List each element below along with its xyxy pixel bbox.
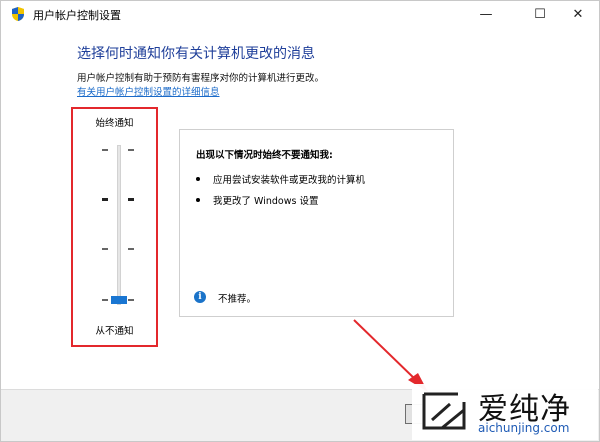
notification-level-slider: 始终通知 从不通知 [71, 107, 158, 347]
slider-tick-right [128, 299, 134, 301]
slider-tick-right [128, 198, 134, 201]
slider-tick-right [128, 149, 134, 151]
uac-settings-window: 用户帐户控制设置 — ☐ ✕ 选择何时通知你有关计算机更改的消息 用户帐户控制有… [0, 0, 600, 442]
slider-top-label: 始终通知 [95, 118, 134, 129]
uac-shield-icon [12, 7, 24, 21]
slider-tick-left [102, 198, 108, 201]
bullet-icon [196, 198, 200, 202]
list-item-text: 应用尝试安装软件或更改我的计算机 [213, 175, 366, 186]
window-title: 用户帐户控制设置 [33, 9, 121, 22]
site-watermark: 爱纯净 aichunjing.com [412, 384, 598, 440]
list-item-text: 我更改了 Windows 设置 [213, 196, 319, 207]
list-item: 应用尝试安装软件或更改我的计算机 [196, 172, 365, 186]
watermark-logo-icon [422, 392, 466, 430]
slider-thumb[interactable] [111, 296, 127, 304]
level-description-panel: 出现以下情况时始终不要通知我: 应用尝试安装软件或更改我的计算机 我更改了 Wi… [179, 129, 454, 317]
recommendation-note: 不推荐。 [218, 294, 257, 305]
slider-track[interactable] [117, 145, 121, 305]
uac-help-link[interactable]: 有关用户帐户控制设置的详细信息 [77, 84, 220, 98]
slider-tick-left [102, 248, 108, 250]
slider-tick-left [102, 149, 108, 151]
minimize-button[interactable]: — [463, 1, 509, 27]
close-icon: ✕ [572, 6, 584, 22]
title-bar: 用户帐户控制设置 — ☐ ✕ [1, 1, 599, 27]
panel-title: 出现以下情况时始终不要通知我: [196, 150, 333, 161]
page-description: 用户帐户控制有助于预防有害程序对你的计算机进行更改。 [77, 73, 325, 84]
slider-tick-right [128, 248, 134, 250]
watermark-url: aichunjing.com [478, 421, 570, 435]
info-icon: i [194, 291, 206, 303]
bullet-icon [196, 177, 200, 181]
maximize-icon: ☐ [534, 6, 546, 22]
close-button[interactable]: ✕ [555, 1, 599, 27]
minimize-icon: — [479, 6, 493, 22]
list-item: 我更改了 Windows 设置 [196, 193, 318, 207]
page-heading: 选择何时通知你有关计算机更改的消息 [77, 46, 315, 62]
slider-bottom-label: 从不通知 [95, 326, 134, 337]
slider-tick-left [102, 299, 108, 301]
